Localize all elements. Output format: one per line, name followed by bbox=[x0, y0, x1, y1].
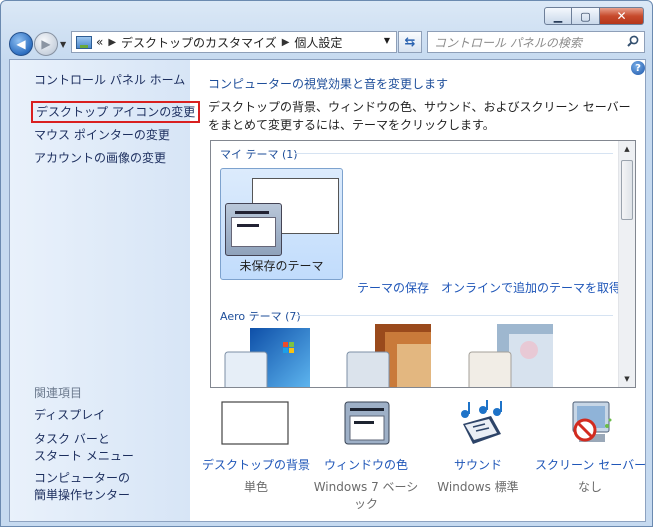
window-color-item[interactable]: ウィンドウの色 Windows 7 ベーシック bbox=[311, 400, 421, 513]
scroll-up-icon[interactable]: ▲ bbox=[619, 141, 635, 157]
theme-list-scrollbar[interactable]: ▲ ▼ bbox=[618, 141, 635, 387]
breadcrumb-customize-desktop[interactable]: デスクトップのカスタマイズ bbox=[121, 34, 277, 51]
aero-theme-architecture-thumbnail[interactable] bbox=[345, 320, 433, 388]
related-heading: 関連項目 bbox=[34, 386, 83, 400]
get-online-themes-link[interactable]: オンラインで追加のテーマを取得 bbox=[441, 279, 621, 296]
sidebar-link-ease-of-access-1[interactable]: コンピューターの bbox=[34, 469, 130, 487]
page-title: コンピューターの視覚効果と音を変更します bbox=[208, 77, 449, 91]
scrollbar-thumb[interactable] bbox=[621, 160, 633, 220]
screen-saver-item[interactable]: スクリーン セーバー なし bbox=[535, 400, 646, 496]
desktop-background-value: 単色 bbox=[243, 480, 268, 494]
minimize-button[interactable]: ▁ bbox=[544, 7, 572, 25]
desktop-background-link[interactable]: デスクトップの背景 bbox=[201, 456, 311, 473]
main-panel: ? コンピューターの視覚効果と音を変更します デスクトップの背景、ウィンドウの色… bbox=[190, 60, 646, 521]
sound-item[interactable]: サウンド Windows 標準 bbox=[423, 400, 533, 496]
address-dropdown-icon[interactable]: ▼ bbox=[384, 36, 390, 45]
sidebar-link-change-account-picture[interactable]: アカウントの画像の変更 bbox=[34, 149, 166, 167]
window-color-icon bbox=[344, 401, 390, 445]
back-arrow-icon: ◀ bbox=[16, 37, 26, 51]
back-button[interactable]: ◀ bbox=[9, 32, 33, 56]
sidebar-link-control-panel-home[interactable]: コントロール パネル ホーム bbox=[34, 71, 185, 89]
breadcrumb-separator-icon[interactable]: ▶ bbox=[282, 37, 290, 48]
scroll-down-icon[interactable]: ▼ bbox=[619, 371, 635, 387]
help-icon[interactable]: ? bbox=[631, 61, 645, 75]
sidebar: コントロール パネル ホーム デスクトップ アイコンの変更 マウス ポインターの… bbox=[10, 60, 201, 521]
maximize-icon: ▢ bbox=[580, 9, 591, 23]
recent-pages-dropdown[interactable]: ▼ bbox=[60, 40, 70, 49]
address-bar[interactable]: « ▶ デスクトップのカスタマイズ ▶ 個人設定 ▼ bbox=[71, 31, 397, 53]
window-color-value: Windows 7 ベーシック bbox=[313, 480, 419, 511]
my-themes-heading[interactable]: マイ テーマ (1) bbox=[220, 146, 298, 162]
content-area: コントロール パネル ホーム デスクトップ アイコンの変更 マウス ポインターの… bbox=[9, 59, 646, 522]
save-theme-link[interactable]: テーマの保存 bbox=[357, 279, 429, 296]
breadcrumb-overflow[interactable]: « bbox=[96, 35, 103, 49]
page-description: デスクトップの背景、ウィンドウの色、サウンド、およびスクリーン セーバーをまとめ… bbox=[208, 100, 631, 132]
sidebar-link-display[interactable]: ディスプレイ bbox=[34, 406, 105, 424]
screen-saver-link[interactable]: スクリーン セーバー bbox=[535, 456, 646, 473]
refresh-button[interactable]: ⇆ bbox=[398, 31, 422, 53]
refresh-icon: ⇆ bbox=[404, 34, 416, 50]
theme-list: マイ テーマ (1) 未保存のテーマ テーマの保存 オンラインで追加のテーマを取… bbox=[210, 140, 636, 388]
search-input[interactable]: コントロール パネルの検索 bbox=[427, 31, 645, 53]
unsaved-theme-label: 未保存のテーマ bbox=[239, 259, 324, 273]
close-button[interactable]: ✕ bbox=[600, 7, 644, 25]
desktop-background-item[interactable]: デスクトップの背景 単色 bbox=[201, 400, 311, 496]
screen-saver-value: なし bbox=[577, 480, 602, 494]
window-color-link[interactable]: ウィンドウの色 bbox=[311, 456, 421, 473]
theme-preview-window-icon bbox=[225, 203, 282, 256]
sound-icon bbox=[461, 400, 502, 444]
sidebar-link-change-mouse-pointers[interactable]: マウス ポインターの変更 bbox=[34, 126, 170, 144]
forward-arrow-icon: ▶ bbox=[41, 37, 51, 51]
control-panel-icon bbox=[76, 35, 92, 49]
sidebar-link-change-desktop-icons[interactable]: デスクトップ アイコンの変更 bbox=[31, 101, 201, 123]
caption-buttons: ▁ ▢ ✕ bbox=[544, 7, 644, 25]
sound-link[interactable]: サウンド bbox=[423, 456, 533, 473]
maximize-button[interactable]: ▢ bbox=[572, 7, 600, 25]
breadcrumb-personalization[interactable]: 個人設定 bbox=[294, 34, 342, 51]
sidebar-link-start-menu[interactable]: スタート メニュー bbox=[34, 447, 134, 465]
unsaved-theme-tile[interactable]: 未保存のテーマ bbox=[220, 168, 343, 280]
navigation-buttons: ◀ ▶ ▼ bbox=[9, 31, 70, 57]
search-icon bbox=[627, 35, 639, 47]
window-frame: ▁ ▢ ✕ ◀ ▶ ▼ « ▶ デスクトップのカスタマイズ ▶ 個人設定 ▼ ⇆… bbox=[0, 0, 653, 527]
group-divider bbox=[295, 315, 613, 316]
aero-theme-characters-thumbnail[interactable] bbox=[467, 320, 555, 388]
sound-value: Windows 標準 bbox=[437, 480, 519, 494]
screen-saver-icon bbox=[572, 401, 612, 442]
desktop-background-icon bbox=[221, 401, 289, 445]
sidebar-link-ease-of-access-2[interactable]: 簡単操作センター bbox=[34, 486, 130, 504]
breadcrumb-separator-icon[interactable]: ▶ bbox=[108, 37, 116, 48]
aero-theme-windows7-thumbnail[interactable] bbox=[223, 320, 311, 388]
close-icon: ✕ bbox=[616, 9, 627, 23]
group-divider bbox=[295, 153, 613, 154]
sidebar-link-taskbar[interactable]: タスク バーと bbox=[34, 430, 110, 448]
minimize-icon: ▁ bbox=[553, 9, 563, 23]
forward-button[interactable]: ▶ bbox=[34, 32, 58, 56]
search-placeholder: コントロール パネルの検索 bbox=[434, 35, 582, 50]
